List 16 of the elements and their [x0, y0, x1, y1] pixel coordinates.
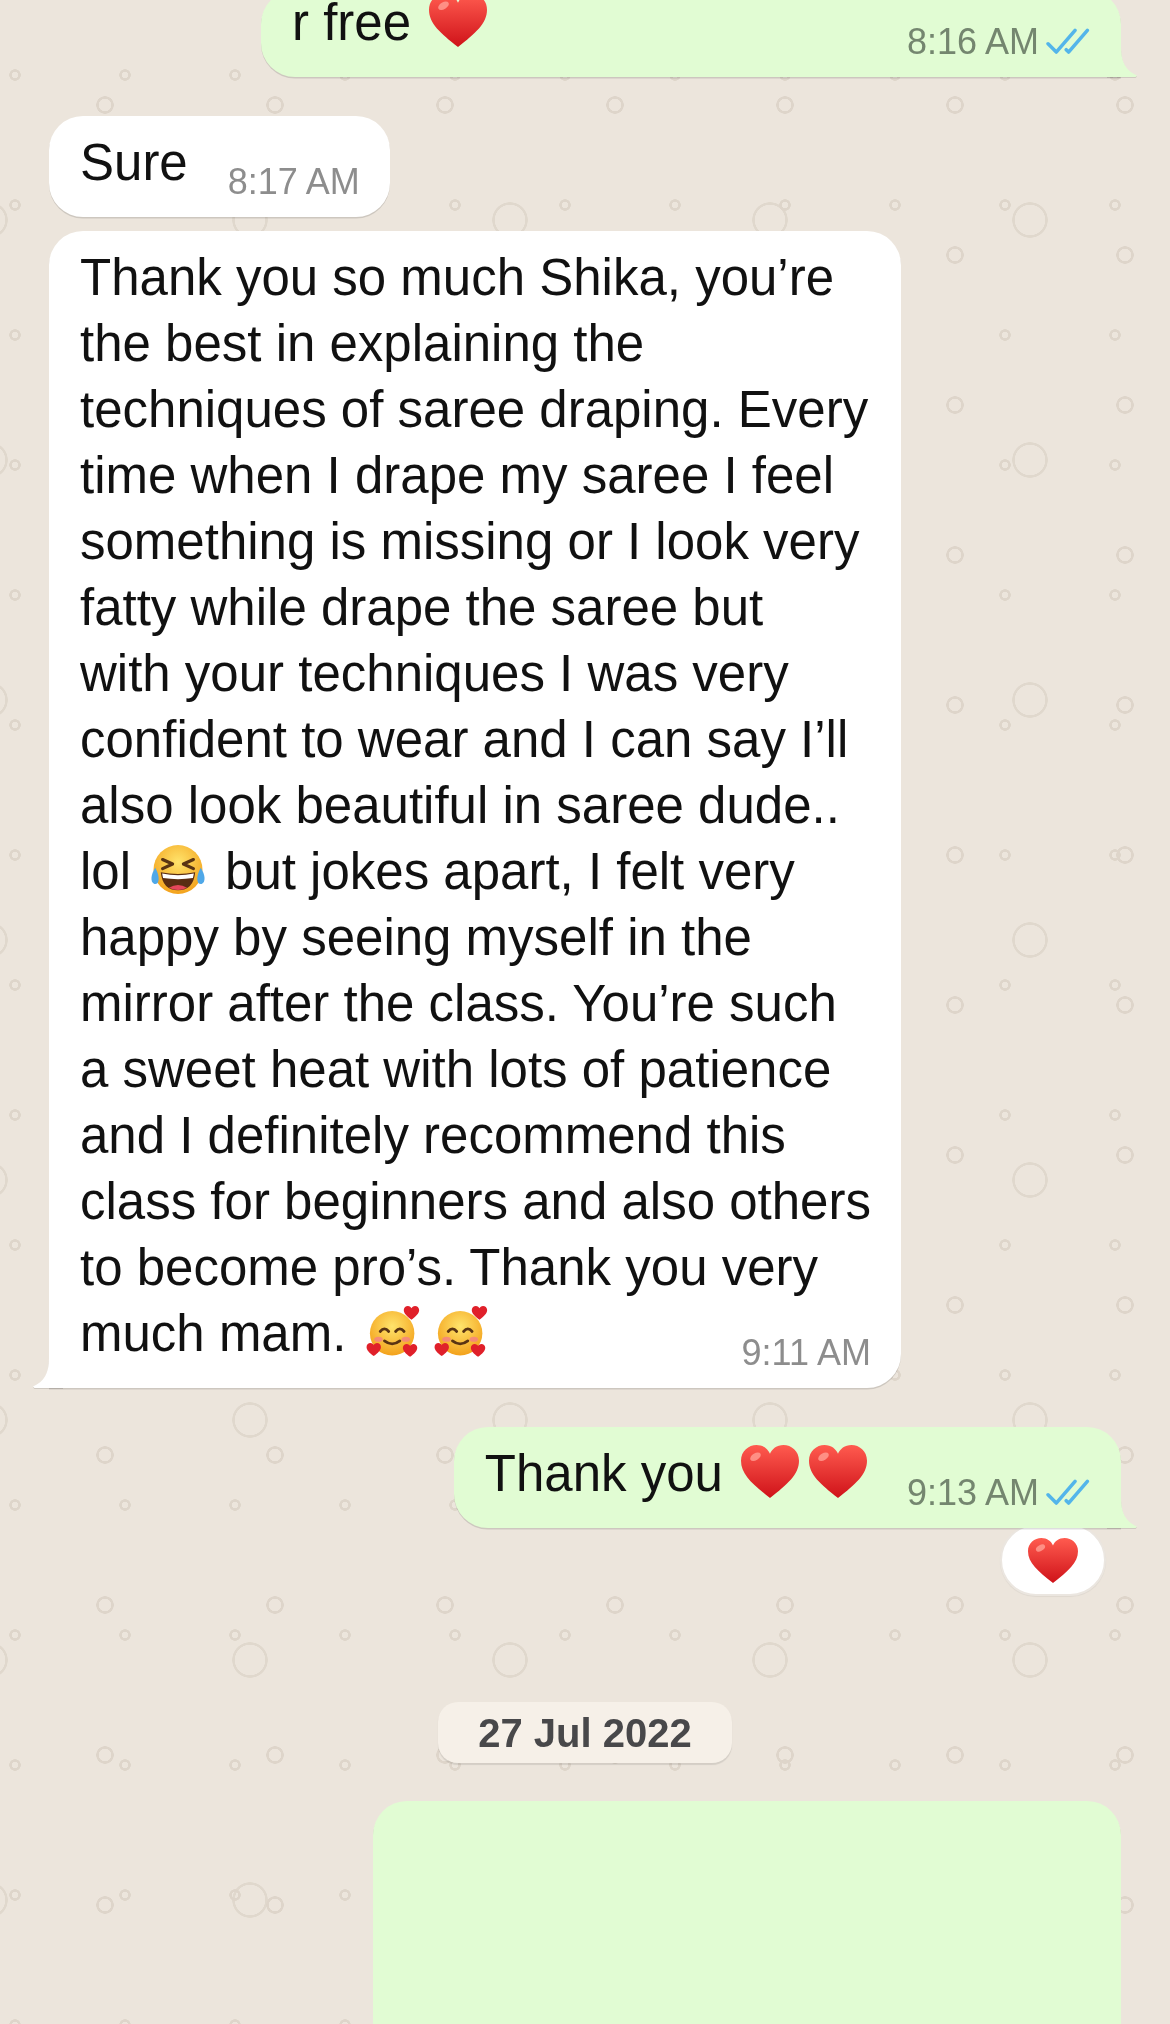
message-text: but jokes apart, I felt very	[225, 842, 795, 902]
message-time: 8:17 AM	[227, 168, 360, 196]
date-separator: 27 Jul 2022	[438, 1702, 732, 1763]
heart-icon	[740, 1444, 799, 1498]
message-time: 8:16 AM	[906, 28, 1039, 56]
message-text: lol	[80, 842, 132, 902]
heart-icon	[429, 0, 488, 47]
message-text: much mam.	[80, 1304, 347, 1364]
message-text: Thank you so much Shika, you’re the best in explaining the techniques of saree draping. Every time when I drape my saree I feel something is missing or I look very fatty while drape the saree but with your techniques I was very confident to wear and I can say I’ll also look beautiful in saree dude..	[80, 248, 869, 836]
message-text: r free	[292, 0, 412, 53]
message-time: 9:11 AM	[741, 1339, 871, 1367]
heart-icon	[1028, 1538, 1078, 1583]
message-time: 9:13 AM	[906, 1479, 1039, 1507]
message-text: Thank you	[484, 1444, 723, 1504]
message-text: Sure	[80, 133, 188, 193]
heart-icon	[808, 1444, 867, 1498]
